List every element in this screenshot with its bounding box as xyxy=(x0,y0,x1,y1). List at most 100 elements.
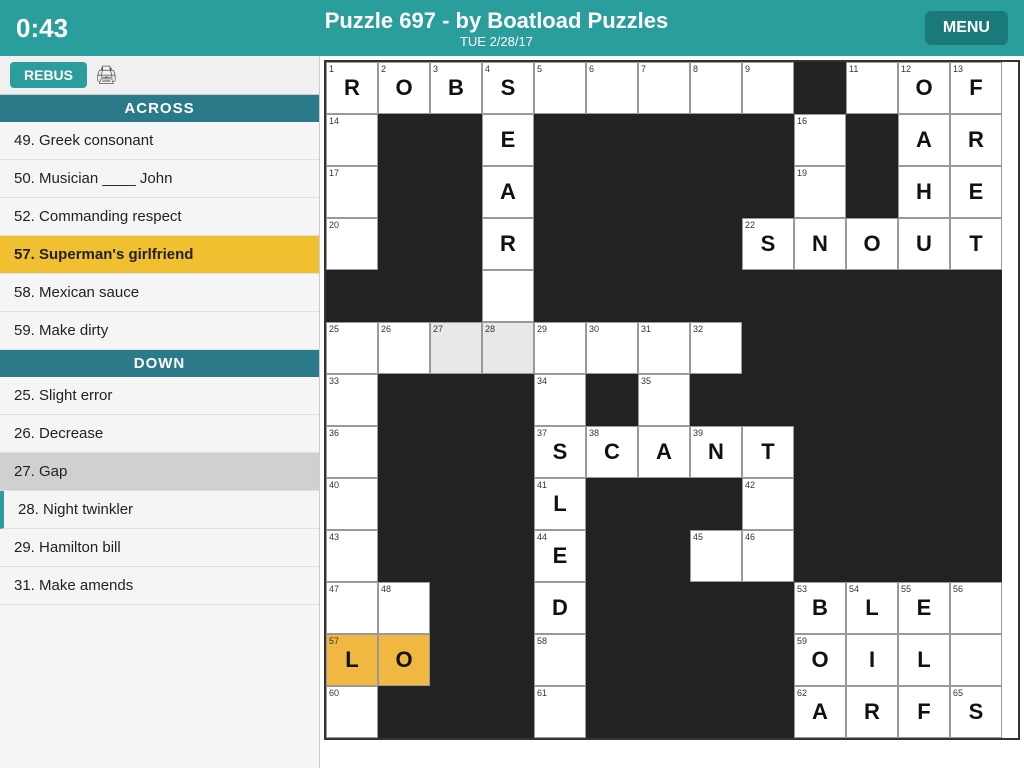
cell-12-3[interactable] xyxy=(482,686,534,738)
cell-4-9[interactable] xyxy=(794,270,846,322)
cell-0-1[interactable]: 2O xyxy=(378,62,430,114)
cell-4-2[interactable] xyxy=(430,270,482,322)
cell-2-2[interactable] xyxy=(430,166,482,218)
cell-4-7[interactable] xyxy=(690,270,742,322)
clue-58-across[interactable]: 58. Mexican sauce xyxy=(0,274,319,312)
rebus-button[interactable]: REBUS xyxy=(10,62,87,88)
cell-10-7[interactable] xyxy=(690,582,742,634)
clue-29-down[interactable]: 29. Hamilton bill xyxy=(0,529,319,567)
cell-1-2[interactable] xyxy=(430,114,482,166)
cell-4-0[interactable] xyxy=(326,270,378,322)
cell-7-5[interactable]: 38C xyxy=(586,426,638,478)
cell-8-9[interactable] xyxy=(794,478,846,530)
cell-6-1[interactable] xyxy=(378,374,430,426)
cell-9-6[interactable] xyxy=(638,530,690,582)
cell-5-5[interactable]: 30 xyxy=(586,322,638,374)
cell-2-1[interactable] xyxy=(378,166,430,218)
cell-5-0[interactable]: 25 xyxy=(326,322,378,374)
cell-9-1[interactable] xyxy=(378,530,430,582)
cell-12-4[interactable]: 61 xyxy=(534,686,586,738)
clue-57-across[interactable]: 57. Superman's girlfriend xyxy=(0,236,319,274)
cell-1-0[interactable]: 14 xyxy=(326,114,378,166)
cell-7-10[interactable] xyxy=(846,426,898,478)
cell-7-8[interactable]: T xyxy=(742,426,794,478)
cell-7-4[interactable]: 37S xyxy=(534,426,586,478)
cell-12-8[interactable] xyxy=(742,686,794,738)
cell-1-10[interactable] xyxy=(846,114,898,166)
cell-9-9[interactable] xyxy=(794,530,846,582)
menu-button[interactable]: MENU xyxy=(925,11,1008,45)
cell-9-0[interactable]: 43 xyxy=(326,530,378,582)
cell-12-6[interactable] xyxy=(638,686,690,738)
cell-2-7[interactable] xyxy=(690,166,742,218)
cell-6-8[interactable] xyxy=(742,374,794,426)
cell-10-11[interactable]: 55E xyxy=(898,582,950,634)
cell-4-8[interactable] xyxy=(742,270,794,322)
cell-6-0[interactable]: 33 xyxy=(326,374,378,426)
cell-9-7[interactable]: 45 xyxy=(690,530,742,582)
cell-12-9[interactable]: 62A xyxy=(794,686,846,738)
cell-5-2[interactable]: 27 xyxy=(430,322,482,374)
cell-6-12[interactable] xyxy=(950,374,1002,426)
cell-2-4[interactable] xyxy=(534,166,586,218)
cell-2-3[interactable]: A xyxy=(482,166,534,218)
cell-11-6[interactable] xyxy=(638,634,690,686)
cell-6-11[interactable] xyxy=(898,374,950,426)
cell-0-4[interactable]: 5 xyxy=(534,62,586,114)
cell-7-1[interactable] xyxy=(378,426,430,478)
cell-8-10[interactable] xyxy=(846,478,898,530)
cell-10-6[interactable] xyxy=(638,582,690,634)
cell-9-12[interactable] xyxy=(950,530,1002,582)
cell-5-6[interactable]: 31 xyxy=(638,322,690,374)
cell-11-7[interactable] xyxy=(690,634,742,686)
cell-1-8[interactable] xyxy=(742,114,794,166)
cell-6-10[interactable] xyxy=(846,374,898,426)
cell-10-2[interactable] xyxy=(430,582,482,634)
cell-11-11[interactable]: L xyxy=(898,634,950,686)
cell-3-1[interactable] xyxy=(378,218,430,270)
cell-2-9[interactable]: 19 xyxy=(794,166,846,218)
cell-7-6[interactable]: A xyxy=(638,426,690,478)
cell-3-3[interactable]: R xyxy=(482,218,534,270)
cell-1-11[interactable]: A xyxy=(898,114,950,166)
cell-6-3[interactable] xyxy=(482,374,534,426)
cell-10-5[interactable] xyxy=(586,582,638,634)
cell-3-7[interactable] xyxy=(690,218,742,270)
cell-1-7[interactable] xyxy=(690,114,742,166)
cell-8-1[interactable] xyxy=(378,478,430,530)
cell-8-7[interactable] xyxy=(690,478,742,530)
cell-10-12[interactable]: 56 xyxy=(950,582,1002,634)
cell-10-3[interactable] xyxy=(482,582,534,634)
cell-5-12[interactable] xyxy=(950,322,1002,374)
cell-0-0[interactable]: 1R xyxy=(326,62,378,114)
cell-7-7[interactable]: 39N xyxy=(690,426,742,478)
cell-8-11[interactable] xyxy=(898,478,950,530)
cell-6-7[interactable] xyxy=(690,374,742,426)
cell-11-9[interactable]: 59O xyxy=(794,634,846,686)
cell-6-6[interactable]: 35 xyxy=(638,374,690,426)
cell-10-1[interactable]: 48 xyxy=(378,582,430,634)
cell-11-8[interactable] xyxy=(742,634,794,686)
clue-27-down[interactable]: 27. Gap xyxy=(0,453,319,491)
cell-10-10[interactable]: 54L xyxy=(846,582,898,634)
cell-10-4[interactable]: D xyxy=(534,582,586,634)
cell-4-5[interactable] xyxy=(586,270,638,322)
cell-5-9[interactable] xyxy=(794,322,846,374)
cell-11-5[interactable] xyxy=(586,634,638,686)
cell-3-9[interactable]: N xyxy=(794,218,846,270)
cell-1-3[interactable]: E xyxy=(482,114,534,166)
cell-11-0[interactable]: 57L xyxy=(326,634,378,686)
cell-5-7[interactable]: 32 xyxy=(690,322,742,374)
clue-28-down[interactable]: 28. Night twinkler xyxy=(0,491,319,529)
cell-8-6[interactable] xyxy=(638,478,690,530)
cell-9-2[interactable] xyxy=(430,530,482,582)
cell-8-2[interactable] xyxy=(430,478,482,530)
cell-0-8[interactable]: 9 xyxy=(742,62,794,114)
cell-6-9[interactable] xyxy=(794,374,846,426)
cell-3-8[interactable]: 22S xyxy=(742,218,794,270)
cell-5-1[interactable]: 26 xyxy=(378,322,430,374)
cell-9-11[interactable] xyxy=(898,530,950,582)
cell-1-9[interactable]: 16 xyxy=(794,114,846,166)
cell-10-0[interactable]: 47 xyxy=(326,582,378,634)
cell-4-11[interactable] xyxy=(898,270,950,322)
